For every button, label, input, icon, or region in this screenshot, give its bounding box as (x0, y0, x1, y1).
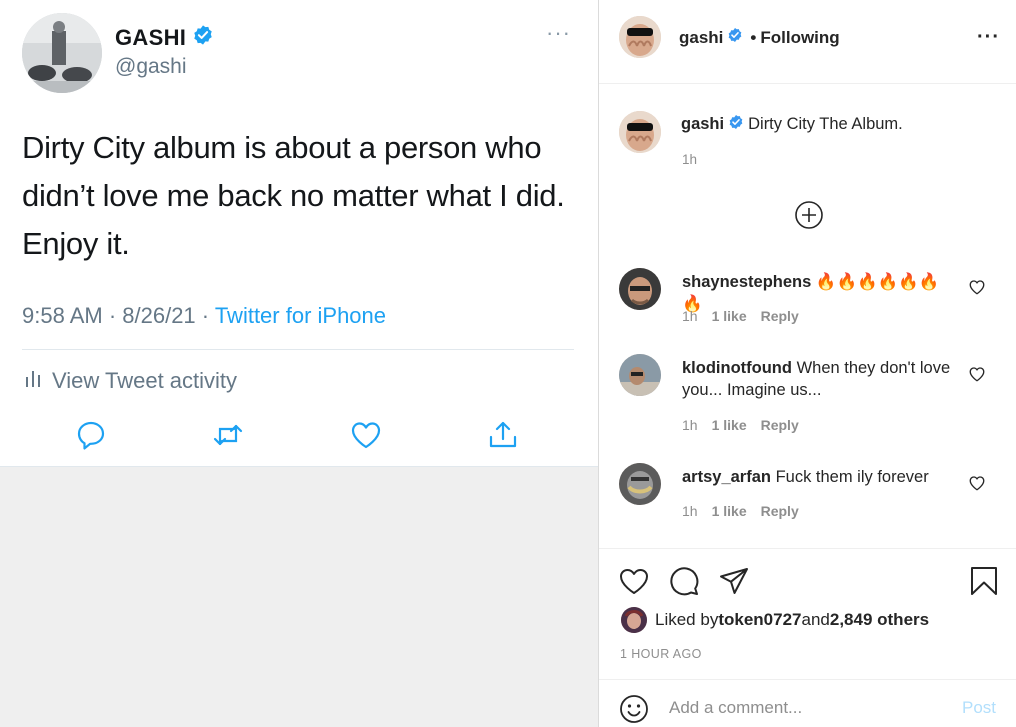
tweet-avatar[interactable] (22, 13, 102, 93)
header-username-row: gashi • Following (679, 27, 840, 48)
tweet-time[interactable]: 9:58 AM · 8/26/21 · (22, 303, 215, 328)
more-options-icon[interactable]: ··· (977, 27, 1000, 47)
liker-avatar[interactable] (621, 607, 647, 633)
post-header: gashi • Following ··· (599, 0, 1016, 84)
comment-avatar[interactable] (619, 268, 661, 310)
comment-avatar[interactable] (619, 354, 661, 396)
comment-text: klodinotfound When they don't love you..… (682, 357, 957, 401)
tweet-panel: GASHI @gashi ··· Dirty City album is abo… (0, 0, 598, 727)
comment-meta: 1h 1 like Reply (682, 503, 799, 519)
tweet-actions (74, 418, 524, 452)
comment-username[interactable]: klodinotfound (682, 359, 792, 377)
comment-avatar[interactable] (619, 463, 661, 505)
post-time-ago[interactable]: 1 HOUR AGO (620, 647, 702, 661)
following-button[interactable]: Following (760, 28, 839, 48)
liked-prefix: Liked by (655, 610, 719, 629)
caption-text: Dirty City The Album. (748, 115, 903, 133)
like-icon[interactable] (618, 565, 650, 597)
liked-middle: and (801, 610, 830, 629)
tweet-timestamp: 9:58 AM · 8/26/21 · Twitter for iPhone (22, 303, 386, 329)
view-tweet-activity[interactable]: View Tweet activity (24, 367, 237, 395)
liked-by: Liked by token0727 and 2,849 others (621, 607, 929, 633)
comment-likes[interactable]: 1 like (712, 308, 747, 324)
tweet-source-link[interactable]: Twitter for iPhone (215, 303, 386, 328)
comment-icon[interactable] (668, 565, 700, 597)
liked-user[interactable]: token0727 (718, 610, 801, 630)
caption-time[interactable]: 1h (682, 152, 697, 167)
verified-icon (192, 24, 214, 52)
activity-label: View Tweet activity (52, 368, 238, 393)
caption-avatar[interactable] (619, 111, 661, 153)
tweet-display-name[interactable]: GASHI (115, 24, 214, 52)
post-button[interactable]: Post (962, 698, 996, 718)
comment-username[interactable]: shaynestephens (682, 273, 811, 291)
comment-meta: 1h 1 like Reply (682, 308, 799, 324)
comment-input[interactable] (669, 694, 919, 722)
comment-time[interactable]: 1h (682, 417, 698, 433)
add-comment-bar: Post (599, 679, 1016, 727)
comment-like-icon[interactable] (968, 278, 986, 296)
comment-likes[interactable]: 1 like (712, 503, 747, 519)
tweet-name-text: GASHI (115, 25, 187, 50)
comment-likes[interactable]: 1 like (712, 417, 747, 433)
separator-dot: • (750, 27, 757, 47)
comment-time[interactable]: 1h (682, 308, 698, 324)
tweet-card: GASHI @gashi ··· Dirty City album is abo… (0, 0, 598, 467)
reply-button[interactable]: Reply (761, 503, 799, 519)
comment-meta: 1h 1 like Reply (682, 417, 799, 433)
caption-username[interactable]: gashi (681, 115, 724, 134)
comment-text: artsy_arfan Fuck them ily forever (682, 466, 957, 488)
comment-body: Fuck them ily forever (775, 468, 929, 486)
divider (22, 349, 574, 350)
more-options-icon[interactable]: ··· (546, 22, 571, 44)
activity-bars-icon (24, 367, 42, 395)
retweet-icon[interactable] (211, 418, 245, 452)
verified-icon (728, 114, 744, 135)
comment-time[interactable]: 1h (682, 503, 698, 519)
comment-like-icon[interactable] (968, 474, 986, 492)
liked-others[interactable]: 2,849 others (830, 610, 929, 630)
comment-username[interactable]: artsy_arfan (682, 468, 771, 486)
post-caption: gashi Dirty City The Album. (681, 114, 903, 135)
reply-button[interactable]: Reply (761, 417, 799, 433)
instagram-panel: gashi • Following ··· gashi Dirty City T… (598, 0, 1016, 727)
post-actions: Liked by token0727 and 2,849 others 1 HO… (599, 548, 1016, 727)
header-username[interactable]: gashi (679, 28, 723, 48)
verified-icon (727, 27, 743, 48)
tweet-text: Dirty City album is about a person who d… (22, 130, 565, 261)
bookmark-icon[interactable] (968, 565, 1000, 597)
header-avatar[interactable] (619, 16, 661, 58)
reply-icon[interactable] (74, 418, 108, 452)
share-icon[interactable] (486, 418, 520, 452)
like-icon[interactable] (349, 418, 383, 452)
comment-like-icon[interactable] (968, 365, 986, 383)
load-more-comments-icon[interactable] (794, 200, 824, 230)
tweet-handle[interactable]: @gashi (115, 55, 187, 79)
reply-button[interactable]: Reply (761, 308, 799, 324)
share-direct-icon[interactable] (718, 565, 750, 597)
emoji-icon[interactable] (619, 694, 649, 724)
